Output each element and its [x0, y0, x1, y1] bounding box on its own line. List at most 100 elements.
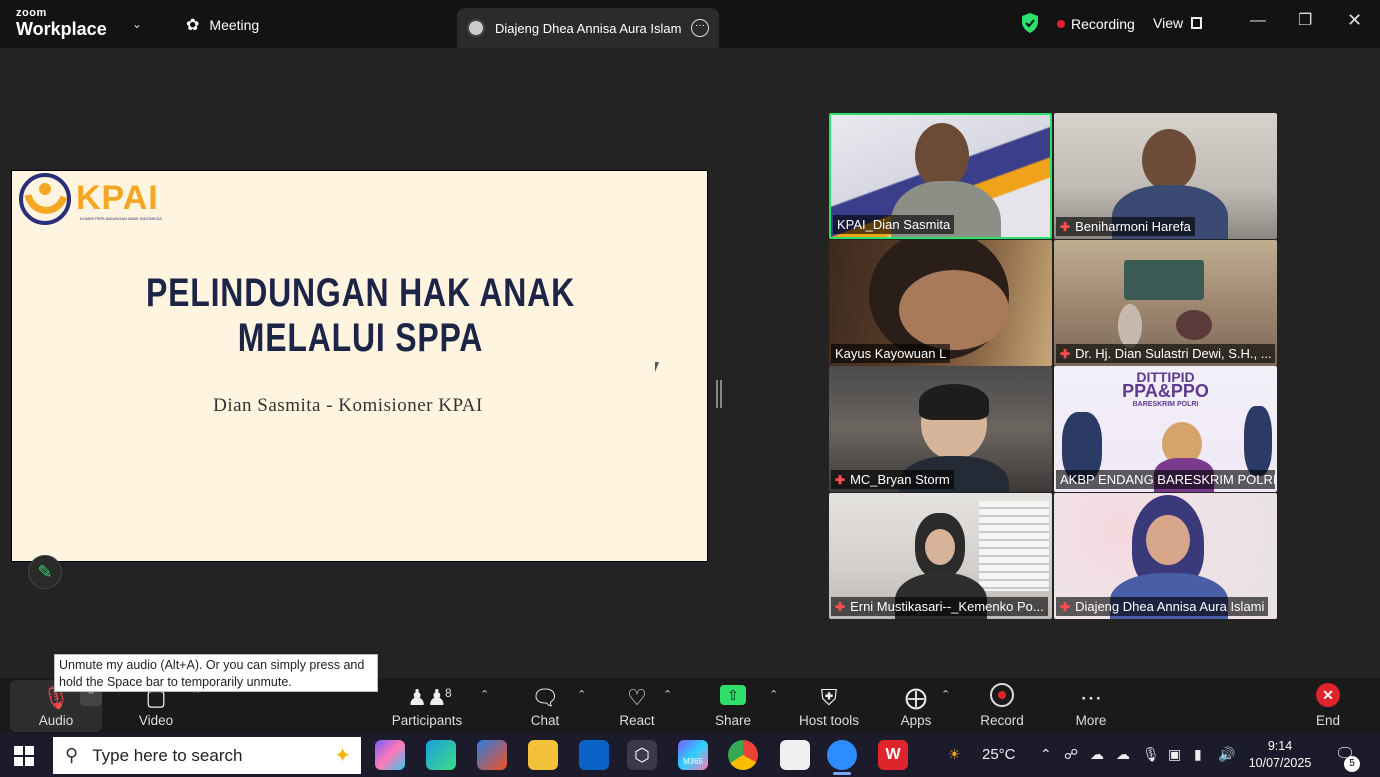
participant-name: KPAI_Dian Sasmita: [833, 215, 955, 234]
weather-temperature[interactable]: 25°C: [982, 746, 1016, 763]
wps-app-icon[interactable]: W: [878, 740, 908, 770]
meeting-menu-button[interactable]: ✿ Meeting: [186, 13, 259, 37]
close-icon[interactable]: ✕: [1347, 10, 1362, 31]
participant-name: ✚ Dr. Hj. Dian Sulastri Dewi, S.H., ...: [1056, 344, 1275, 363]
apps-button[interactable]: ⨁ Apps: [896, 680, 936, 732]
logo-zoom-text: zoom: [16, 7, 47, 19]
cloud-offline-icon[interactable]: ☁: [1116, 746, 1130, 763]
weather-icon[interactable]: ☀: [948, 746, 961, 763]
recording-label: Recording: [1071, 16, 1135, 32]
taskbar-search-box[interactable]: ⚲ Type here to search ✦: [53, 737, 361, 774]
muted-mic-icon: ✚: [1060, 599, 1071, 614]
screen-icon[interactable]: ▣: [1168, 746, 1181, 763]
zoom-app-icon[interactable]: [827, 740, 857, 775]
share-options-caret[interactable]: ⌃: [769, 688, 778, 701]
store-app-icon[interactable]: [477, 740, 507, 770]
participant-name: ✚ Beniharmoni Harefa: [1056, 217, 1195, 236]
network-icon[interactable]: ☍: [1064, 746, 1078, 763]
recording-dot-icon: [1057, 20, 1065, 28]
annotate-pencil-icon[interactable]: ✎: [28, 555, 62, 589]
participant-name: AKBP ENDANG BARESKRIM POLRI: [1056, 470, 1275, 489]
unmute-tooltip: Unmute my audio (Alt+A). Or you can simp…: [54, 654, 378, 692]
volume-icon[interactable]: 🔊: [1218, 746, 1235, 763]
participants-button[interactable]: ♟♟ Participants: [388, 680, 466, 732]
end-meeting-icon: ✕: [1316, 683, 1340, 707]
clock-date: 10/07/2025: [1248, 756, 1312, 770]
copilot-app-icon[interactable]: [375, 740, 405, 770]
title-bar: zoom Workplace ⌄ ✿ Meeting Diajeng Dhea …: [0, 0, 1380, 48]
video-tile-4[interactable]: ✚ Dr. Hj. Dian Sulastri Dewi, S.H., ...: [1054, 240, 1277, 366]
muted-mic-icon: ✚: [835, 472, 846, 487]
participant-name: ✚ Diajeng Dhea Annisa Aura Islami: [1056, 597, 1269, 616]
apps-options-caret[interactable]: ⌃: [941, 688, 950, 701]
search-placeholder: Type here to search: [92, 745, 243, 765]
split-view-resize-handle[interactable]: [716, 380, 722, 408]
microphone-icon[interactable]: 🎙: [1142, 746, 1160, 763]
view-button[interactable]: View: [1153, 15, 1203, 31]
host-tools-button[interactable]: ⛨ Host tools: [794, 680, 864, 732]
more-options-icon[interactable]: ···: [691, 19, 709, 37]
chat-bubble-icon: 🗨: [531, 685, 559, 710]
edge-app-icon[interactable]: [426, 740, 456, 770]
participant-name: ✚ Erni Mustikasari--_Kemenko Po...: [831, 597, 1048, 616]
tab-title: Diajeng Dhea Annisa Aura Islami's: [495, 20, 681, 36]
chevron-down-icon[interactable]: ⌄: [132, 17, 142, 31]
chat-options-caret[interactable]: ⌃: [577, 688, 586, 701]
chat-button[interactable]: 🗨 Chat: [522, 680, 568, 732]
muted-mic-icon: ✚: [835, 599, 846, 614]
video-tile-6[interactable]: DITTIPID PPA&PPO BARESKRIM POLRI AKBP EN…: [1054, 366, 1277, 492]
outlook-app-icon[interactable]: [579, 740, 609, 770]
view-label: View: [1153, 15, 1184, 31]
heart-icon: ♡: [627, 685, 647, 710]
video-tile-1[interactable]: KPAI_Dian Sasmita: [829, 113, 1052, 239]
meeting-paw-icon: ✿: [186, 17, 200, 34]
meeting-label: Meeting: [209, 17, 260, 33]
file-explorer-icon[interactable]: [528, 740, 558, 770]
react-options-caret[interactable]: ⌃: [663, 688, 672, 701]
participants-count: 8: [445, 686, 452, 700]
more-button[interactable]: ⋯ More: [1070, 680, 1112, 732]
participant-name: Kayus Kayowuan L: [831, 344, 951, 363]
security-shield-icon[interactable]: [1020, 12, 1040, 34]
3d-cube-app-icon[interactable]: ⬡: [627, 740, 657, 770]
tray-overflow-icon[interactable]: ⌃: [1040, 746, 1052, 763]
recording-indicator[interactable]: Recording: [1057, 16, 1135, 32]
apps-icon: ⨁: [905, 685, 927, 710]
video-tile-2[interactable]: ✚ Beniharmoni Harefa: [1054, 113, 1277, 239]
restore-icon[interactable]: ❐: [1298, 10, 1312, 30]
slide-author: Dian Sasmita - Komisioner KPAI: [213, 395, 483, 416]
zoom-workplace-logo: zoom Workplace: [16, 7, 107, 39]
onedrive-icon[interactable]: ☁: [1090, 746, 1104, 763]
taskbar-clock[interactable]: 9:14 10/07/2025: [1245, 738, 1315, 772]
video-tile-3[interactable]: Kayus Kayowuan L: [829, 240, 1052, 366]
host-avatar-icon: [467, 19, 485, 37]
m365-app-icon[interactable]: M365: [678, 740, 708, 770]
battery-icon[interactable]: ▮: [1194, 746, 1202, 763]
end-button[interactable]: ✕ End: [1310, 680, 1346, 732]
slide-title: PELINDUNGAN HAK ANAK MELALUI SPPA: [145, 271, 576, 360]
kpai-logo-subtext: KOMISI PERLINDUNGAN ANAK INDONESIA: [80, 216, 162, 221]
react-button[interactable]: ♡ React: [614, 680, 660, 732]
host-shield-icon: ⛨: [820, 685, 838, 710]
participant-name: ✚ MC_Bryan Storm: [831, 470, 954, 489]
kpai-logo: KPAI KOMISI PERLINDUNGAN ANAK INDONESIA: [18, 173, 178, 225]
windows-start-icon[interactable]: [14, 746, 34, 766]
meeting-tab[interactable]: Diajeng Dhea Annisa Aura Islami's ···: [457, 8, 719, 48]
video-tile-8[interactable]: ✚ Diajeng Dhea Annisa Aura Islami: [1054, 493, 1277, 619]
logo-workplace-text: Workplace: [16, 19, 107, 39]
minimize-icon[interactable]: —: [1250, 12, 1266, 30]
search-icon: ⚲: [65, 745, 79, 765]
document-app-icon[interactable]: [780, 740, 810, 770]
participants-options-caret[interactable]: ⌃: [480, 688, 489, 701]
shared-screen-slide[interactable]: KPAI KOMISI PERLINDUNGAN ANAK INDONESIA …: [11, 170, 708, 562]
share-screen-icon: ⇧: [720, 685, 746, 705]
grid-view-icon: [1191, 17, 1203, 29]
kpai-emblem-icon: [19, 173, 71, 225]
share-button[interactable]: ⇧ Share: [710, 680, 756, 732]
video-tile-7[interactable]: ✚ Erni Mustikasari--_Kemenko Po...: [829, 493, 1052, 619]
mouse-cursor-icon: [655, 362, 659, 372]
kpai-logo-text: KPAI: [76, 179, 159, 217]
record-button[interactable]: Record: [978, 680, 1026, 732]
chrome-app-icon[interactable]: [728, 740, 758, 770]
video-tile-5[interactable]: ✚ MC_Bryan Storm: [829, 366, 1052, 492]
